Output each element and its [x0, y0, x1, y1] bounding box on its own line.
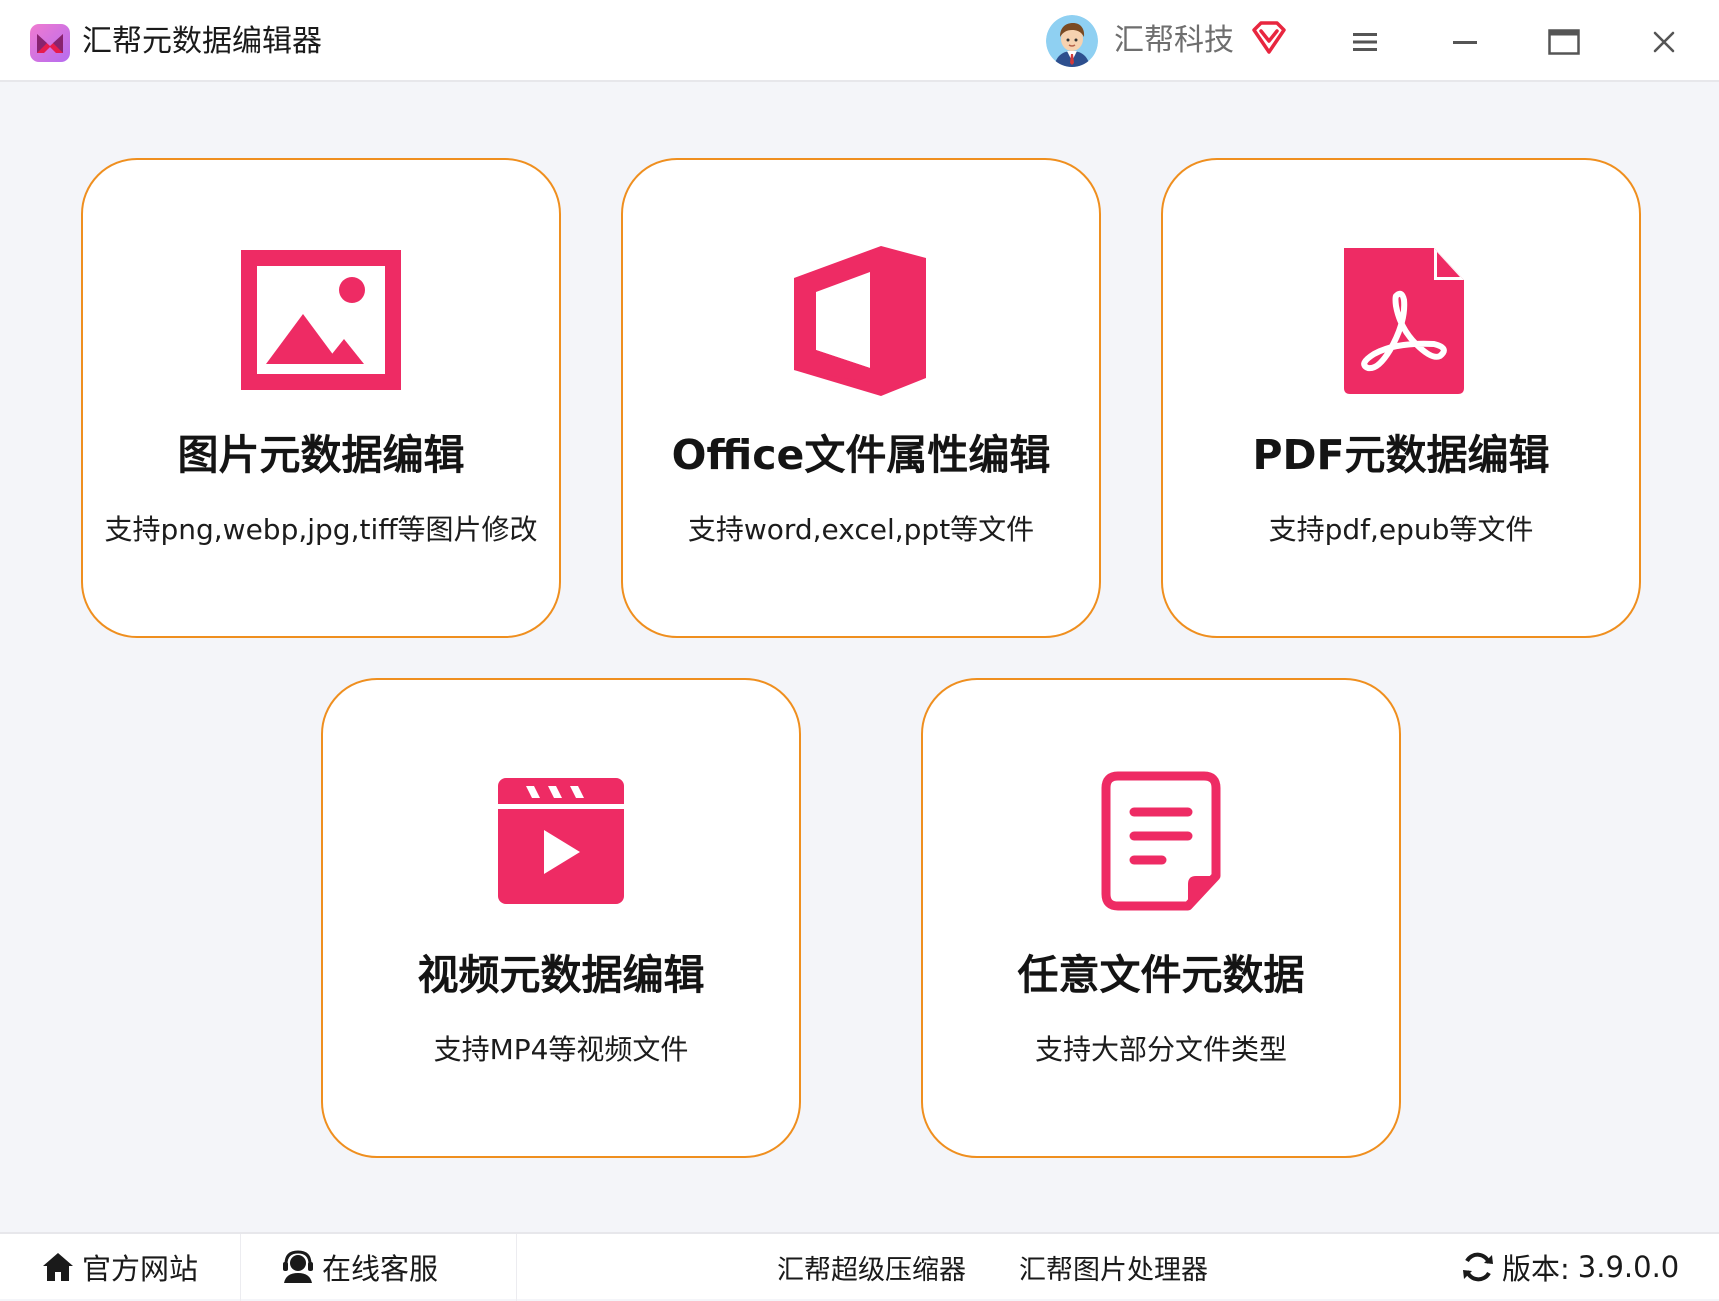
card-title: 视频元数据编辑: [417, 951, 705, 999]
hamburger-menu-button[interactable]: [1340, 18, 1390, 66]
close-button[interactable]: [1639, 18, 1689, 66]
card-office-properties[interactable]: Office文件属性编辑 支持word,excel,ppt等文件: [621, 158, 1101, 638]
version-number: 3.9.0.0: [1577, 1250, 1680, 1284]
app-title: 汇帮元数据编辑器: [82, 24, 322, 59]
card-description: 支持word,excel,ppt等文件: [687, 513, 1035, 546]
maximize-icon: [1548, 29, 1580, 55]
card-any-file-metadata[interactable]: 任意文件元数据 支持大部分文件类型: [921, 678, 1401, 1158]
compressor-link[interactable]: 汇帮超级压缩器: [777, 1246, 966, 1288]
office-icon: [794, 246, 926, 396]
official-website-link[interactable]: 官方网站: [40, 1246, 198, 1288]
user-avatar[interactable]: [1046, 15, 1098, 67]
headset-icon: [283, 1250, 313, 1283]
minimize-icon: [1453, 41, 1477, 44]
online-support-link[interactable]: 在线客服: [280, 1246, 438, 1288]
card-video-metadata[interactable]: 视频元数据编辑 支持MP4等视频文件: [321, 678, 801, 1158]
version-info[interactable]: 版本: 3.9.0.0: [1460, 1246, 1679, 1288]
avatar-image: [1046, 15, 1098, 67]
card-description: 支持大部分文件类型: [1034, 1033, 1287, 1066]
version-label: 版本:: [1502, 1252, 1570, 1286]
footer-divider: [240, 1234, 241, 1301]
card-title: Office文件属性编辑: [671, 431, 1051, 479]
card-title: 图片元数据编辑: [177, 431, 465, 479]
hamburger-menu-icon: [1353, 33, 1377, 51]
video-icon: [498, 778, 624, 904]
document-icon: [1101, 771, 1221, 911]
official-website-label: 官方网站: [82, 1252, 199, 1286]
image-processor-label: 汇帮图片处理器: [1019, 1254, 1208, 1286]
footer-divider: [516, 1234, 517, 1301]
compressor-label: 汇帮超级压缩器: [777, 1254, 966, 1286]
home-icon: [43, 1253, 73, 1281]
card-description: 支持MP4等视频文件: [433, 1033, 689, 1066]
refresh-icon: [1463, 1252, 1493, 1282]
card-description: 支持png,webp,jpg,tiff等图片修改: [104, 513, 538, 546]
minimize-button[interactable]: [1440, 18, 1490, 66]
title-bar: 汇帮元数据编辑器 汇帮科技: [0, 0, 1719, 82]
footer-bar: 官方网站 在线客服 汇帮超级压缩器 汇帮图片处理器 版本: 3.9.0.0: [0, 1232, 1719, 1301]
card-description: 支持pdf,epub等文件: [1268, 513, 1534, 546]
card-title: 任意文件元数据: [1017, 951, 1305, 999]
online-support-label: 在线客服: [322, 1252, 439, 1286]
user-name[interactable]: 汇帮科技: [1114, 20, 1234, 62]
maximize-button[interactable]: [1539, 18, 1589, 66]
vip-diamond-icon[interactable]: [1250, 20, 1288, 56]
card-image-metadata[interactable]: 图片元数据编辑 支持png,webp,jpg,tiff等图片修改: [81, 158, 561, 638]
image-icon: [241, 250, 401, 390]
card-title: PDF元数据编辑: [1252, 431, 1550, 479]
close-icon: [1653, 31, 1675, 53]
pdf-icon: [1344, 248, 1464, 394]
card-pdf-metadata[interactable]: PDF元数据编辑 支持pdf,epub等文件: [1161, 158, 1641, 638]
image-processor-link[interactable]: 汇帮图片处理器: [1019, 1246, 1208, 1288]
app-logo-icon: [30, 24, 70, 62]
